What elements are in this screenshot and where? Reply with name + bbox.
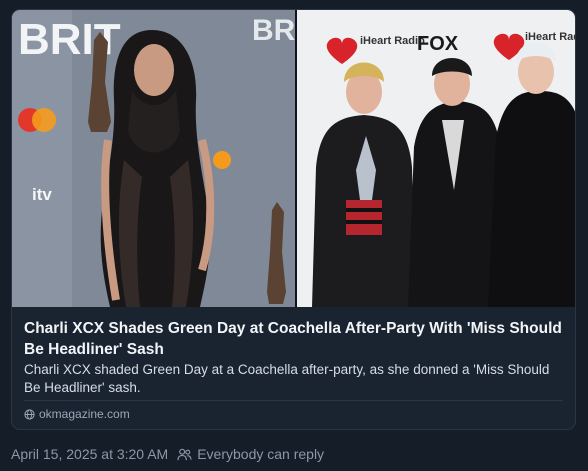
link-card-description: Charli XCX shaded Green Day at a Coachel… xyxy=(24,362,550,395)
post-timestamp[interactable]: April 15, 2025 at 3:20 AM xyxy=(11,446,168,462)
link-preview-card[interactable]: BRIT BRIT itv iHeart Radio FOX iHeart Ra… xyxy=(11,9,576,430)
domain-label: okmagazine.com xyxy=(39,407,130,421)
left-photo: BRIT BRIT itv xyxy=(12,10,322,307)
post-meta: April 15, 2025 at 3:20 AM Everybody can … xyxy=(11,446,324,462)
backdrop-iheart-text-1: iHeart Radio xyxy=(360,35,425,47)
link-card-title[interactable]: Charli XCX Shades Green Day at Coachella… xyxy=(24,318,564,360)
globe-icon xyxy=(24,408,35,420)
itv-logo-text: itv xyxy=(32,185,52,204)
link-thumbnail[interactable]: BRIT BRIT itv iHeart Radio FOX iHeart Ra xyxy=(12,10,575,307)
people-icon xyxy=(177,448,192,460)
backdrop-fox-text: FOX xyxy=(417,33,459,55)
card-divider xyxy=(24,400,563,401)
reply-settings-button[interactable]: Everybody can reply xyxy=(177,446,324,462)
backdrop-iheart-text-2: iHeart Radio xyxy=(525,31,575,43)
reply-setting-label: Everybody can reply xyxy=(197,446,325,462)
right-photo: iHeart Radio FOX iHeart Radio xyxy=(297,10,575,307)
link-card-domain[interactable]: okmagazine.com xyxy=(24,407,130,421)
